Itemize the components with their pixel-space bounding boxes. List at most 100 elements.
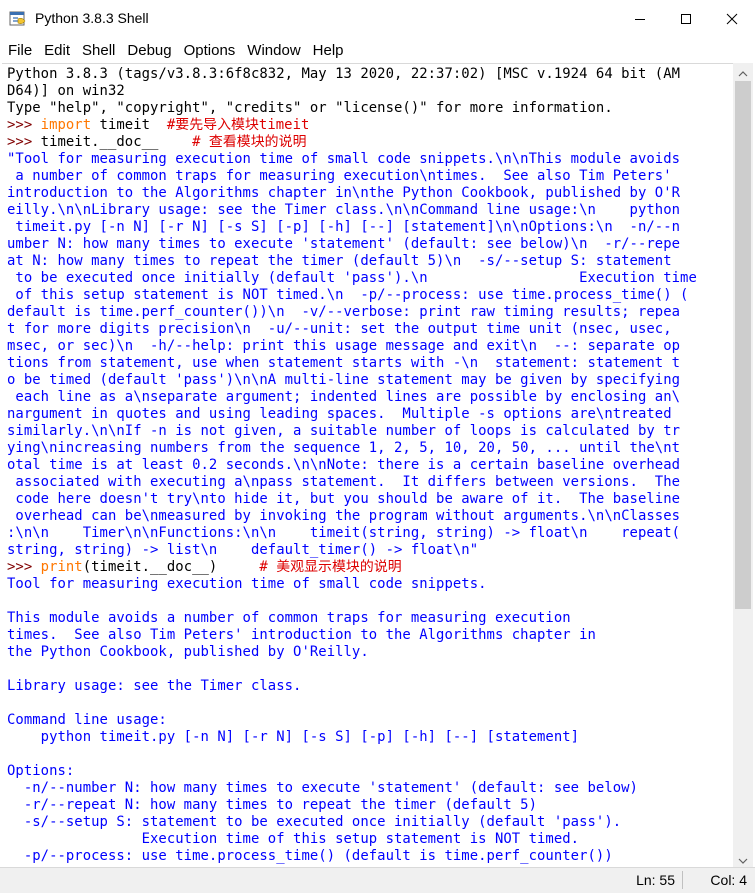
shell-text-segment: >>> bbox=[7, 134, 41, 150]
shell-text-segment: This module avoids a number of common tr… bbox=[7, 610, 571, 626]
shell-line: ying\nincreasing numbers from the sequen… bbox=[7, 440, 733, 457]
shell-text-segment: >>> bbox=[7, 559, 41, 575]
shell-text-segment: timeit.__doc__ bbox=[40, 134, 193, 150]
shell-line: each line as a\nseparate argument; inden… bbox=[7, 389, 733, 406]
shell-line: nargument in quotes and using leading sp… bbox=[7, 406, 733, 423]
chevron-up-icon bbox=[738, 62, 748, 81]
maximize-icon bbox=[680, 10, 692, 29]
shell-text-segment: times. See also Tim Peters' introduction… bbox=[7, 627, 596, 643]
shell-text-segment: Options: bbox=[7, 763, 75, 779]
shell-line: at N: how many times to repeat the timer… bbox=[7, 253, 733, 270]
close-icon bbox=[726, 10, 738, 29]
shell-line: Type "help", "copyright", "credits" or "… bbox=[7, 100, 733, 117]
shell-text-segment: of this setup statement is NOT timed.\n … bbox=[7, 287, 689, 303]
shell-line: tions from statement, use when statement… bbox=[7, 355, 733, 372]
shell-line: Python 3.8.3 (tags/v3.8.3:6f8c832, May 1… bbox=[7, 66, 733, 83]
shell-text-segment: similarly.\n\nIf -n is not given, a suit… bbox=[7, 423, 681, 439]
shell-line: D64)] on win32 bbox=[7, 83, 733, 100]
scroll-down-button[interactable] bbox=[733, 850, 753, 867]
shell-text-segment: each line as a\nseparate argument; inden… bbox=[7, 389, 681, 405]
menu-bar: File Edit Shell Debug Options Window Hel… bbox=[0, 38, 755, 62]
shell-text-segment: -s/--setup S: statement to be executed o… bbox=[7, 814, 622, 830]
shell-text-area[interactable]: Python 3.8.3 (tags/v3.8.3:6f8c832, May 1… bbox=[2, 63, 733, 868]
shell-text-segment: "Tool for measuring execution time of sm… bbox=[7, 151, 681, 167]
menu-window[interactable]: Window bbox=[243, 42, 304, 59]
window-title: Python 3.8.3 Shell bbox=[35, 10, 149, 26]
title-bar: Python 3.8.3 Shell bbox=[0, 0, 755, 38]
shell-text-segment: >>> bbox=[7, 117, 41, 133]
shell-text-segment: code here doesn't try\nto hide it, but y… bbox=[7, 491, 681, 507]
shell-text-segment: Type "help", "copyright", "credits" or "… bbox=[7, 100, 613, 116]
menu-debug[interactable]: Debug bbox=[123, 42, 175, 59]
status-divider bbox=[682, 871, 683, 889]
shell-line: "Tool for measuring execution time of sm… bbox=[7, 151, 733, 168]
chevron-down-icon bbox=[738, 849, 748, 868]
close-button[interactable] bbox=[709, 0, 755, 38]
shell-text-segment: eilly.\n\nLibrary usage: see the Timer c… bbox=[7, 202, 681, 218]
vertical-scrollbar[interactable] bbox=[733, 63, 753, 867]
menu-options[interactable]: Options bbox=[180, 42, 240, 59]
shell-line: :\n\n Timer\n\nFunctions:\n\n timeit(str… bbox=[7, 525, 733, 542]
shell-line: Options: bbox=[7, 763, 733, 780]
scrollbar-thumb[interactable] bbox=[735, 81, 751, 609]
shell-line: code here doesn't try\nto hide it, but y… bbox=[7, 491, 733, 508]
menu-shell[interactable]: Shell bbox=[78, 42, 119, 59]
shell-line: >>> import timeit #要先导入模块timeit bbox=[7, 117, 733, 134]
shell-text-segment: -p/--process: use time.process_time() (d… bbox=[7, 848, 613, 864]
cursor-column: Col: 4 bbox=[710, 872, 747, 888]
shell-text-segment: #要先导入模块timeit bbox=[166, 117, 310, 133]
shell-text-segment: # 查看模块的说明 bbox=[192, 134, 307, 150]
shell-text-segment: # 美观显示模块的说明 bbox=[259, 559, 402, 575]
shell-line: This module avoids a number of common tr… bbox=[7, 610, 733, 627]
shell-text-segment: to be executed once initially (default '… bbox=[7, 270, 697, 286]
status-bar: Ln: 55 Col: 4 bbox=[0, 867, 755, 893]
shell-text-segment: at N: how many times to repeat the timer… bbox=[7, 253, 672, 269]
shell-line: associated with executing a\npass statem… bbox=[7, 474, 733, 491]
shell-line: Tool for measuring execution time of sma… bbox=[7, 576, 733, 593]
shell-text-segment: the Python Cookbook, published by O'Reil… bbox=[7, 644, 369, 660]
shell-text-segment: D64)] on win32 bbox=[7, 83, 125, 99]
minimize-icon bbox=[634, 10, 646, 29]
shell-text-segment: otal time is at least 0.2 seconds.\n\nNo… bbox=[7, 457, 681, 473]
shell-line: o be timed (default 'pass')\n\nA multi-l… bbox=[7, 372, 733, 389]
shell-text-segment: t for more digits precision\n -u/--unit:… bbox=[7, 321, 672, 337]
shell-line: >>> timeit.__doc__ # 查看模块的说明 bbox=[7, 134, 733, 151]
shell-text-segment: import bbox=[40, 117, 92, 133]
shell-text-segment: o be timed (default 'pass')\n\nA multi-l… bbox=[7, 372, 681, 388]
shell-text-segment: Command line usage: bbox=[7, 712, 167, 728]
shell-text-segment: Tool for measuring execution time of sma… bbox=[7, 576, 487, 592]
shell-line: Command line usage: bbox=[7, 712, 733, 729]
shell-line: -s/--setup S: statement to be executed o… bbox=[7, 814, 733, 831]
shell-text-segment: overhead can be\nmeasured by invoking th… bbox=[7, 508, 681, 524]
shell-line: Execution time of this setup statement i… bbox=[7, 831, 733, 848]
shell-text-segment: python timeit.py [-n N] [-r N] [-s S] [-… bbox=[7, 729, 580, 745]
shell-line: otal time is at least 0.2 seconds.\n\nNo… bbox=[7, 457, 733, 474]
minimize-button[interactable] bbox=[617, 0, 663, 38]
shell-line: of this setup statement is NOT timed.\n … bbox=[7, 287, 733, 304]
shell-line: Library usage: see the Timer class. bbox=[7, 678, 733, 695]
shell-text-segment: associated with executing a\npass statem… bbox=[7, 474, 681, 490]
shell-text-segment: -r/--repeat N: how many times to repeat … bbox=[7, 797, 538, 813]
shell-line: python timeit.py [-n N] [-r N] [-s S] [-… bbox=[7, 729, 733, 746]
maximize-button[interactable] bbox=[663, 0, 709, 38]
menu-edit[interactable]: Edit bbox=[40, 42, 74, 59]
shell-text-segment: Library usage: see the Timer class. bbox=[7, 678, 302, 694]
shell-line: msec, or sec)\n -h/--help: print this us… bbox=[7, 338, 733, 355]
shell-line: string, string) -> list\n default_timer(… bbox=[7, 542, 733, 559]
shell-line: -p/--process: use time.process_time() (d… bbox=[7, 848, 733, 865]
shell-line: umber N: how many times to execute 'stat… bbox=[7, 236, 733, 253]
scroll-up-button[interactable] bbox=[733, 63, 753, 80]
shell-line: similarly.\n\nIf -n is not given, a suit… bbox=[7, 423, 733, 440]
shell-text-segment: tions from statement, use when statement… bbox=[7, 355, 681, 371]
menu-help[interactable]: Help bbox=[309, 42, 348, 59]
menu-file[interactable]: File bbox=[4, 42, 36, 59]
shell-text-segment: introduction to the Algorithms chapter i… bbox=[7, 185, 681, 201]
shell-output: Python 3.8.3 (tags/v3.8.3:6f8c832, May 1… bbox=[2, 64, 733, 865]
python-idle-icon bbox=[9, 10, 27, 28]
shell-text-segment: default is time.perf_counter())\n -v/--v… bbox=[7, 304, 681, 320]
shell-line: t for more digits precision\n -u/--unit:… bbox=[7, 321, 733, 338]
